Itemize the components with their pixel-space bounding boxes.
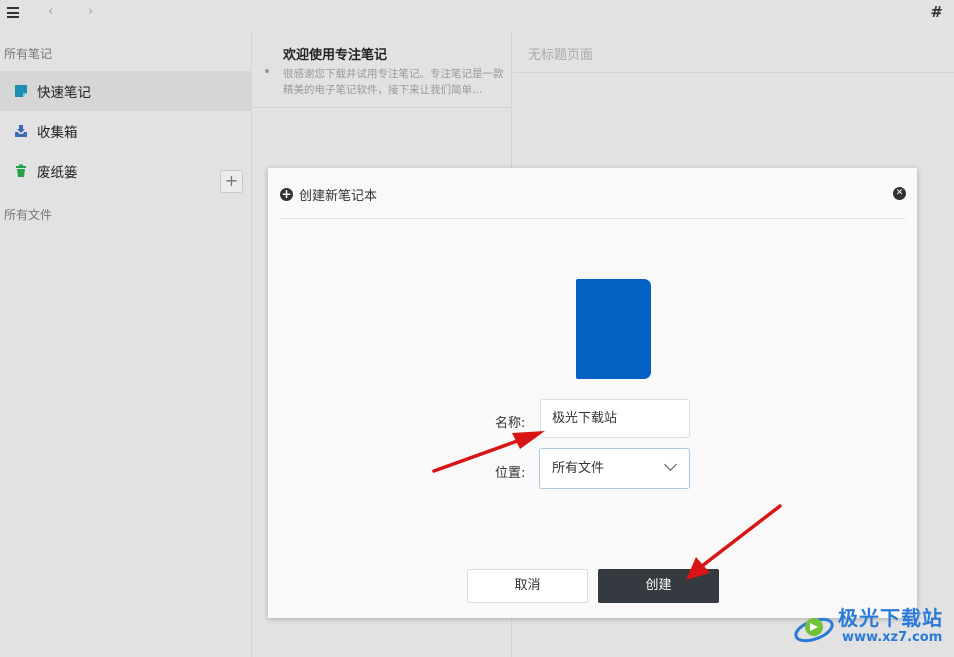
create-button[interactable]: 创建: [598, 569, 719, 603]
site-watermark: 极光下载站 www.xz7.com: [792, 600, 952, 655]
top-bar: ‹ › #: [0, 0, 954, 26]
hamburger-menu-icon[interactable]: [7, 7, 19, 18]
note-card[interactable]: 欢迎使用专注笔记 很感谢您下载并试用专注笔记。专注笔记是一款精美的电子笔记软件，…: [253, 32, 512, 108]
note-snippet: 很感谢您下载并试用专注笔记。专注笔记是一款精美的电子笔记软件，接下来让我们简单…: [283, 68, 504, 96]
notebook-name-input[interactable]: 极光下载站: [540, 399, 690, 438]
bullet-icon: [265, 69, 269, 73]
note-title: 欢迎使用专注笔记: [283, 48, 388, 63]
sidebar-item-label: 收集箱: [37, 125, 78, 141]
notebook-cover-icon[interactable]: [576, 279, 651, 379]
back-arrow-icon[interactable]: ‹: [48, 4, 53, 19]
sidebar-item-label: 快速笔记: [37, 85, 91, 101]
watermark-title: 极光下载站: [838, 606, 943, 630]
inbox-icon: [14, 124, 28, 138]
page-title[interactable]: 无标题页面: [528, 44, 593, 63]
all-files-label[interactable]: 所有文件: [4, 206, 52, 223]
sidebar-item-label: 废纸篓: [37, 165, 78, 181]
sidebar-item-trash[interactable]: 废纸篓: [0, 151, 252, 191]
divider: [280, 218, 906, 219]
sidebar-item-inbox[interactable]: 收集箱: [0, 111, 252, 151]
create-notebook-dialog: + 创建新笔记本 ✕ 名称: 极光下载站 位置: 所有文件 取消 创建: [268, 168, 917, 618]
sidebar: 所有笔记 快速笔记 收集箱 废纸篓 所有文件: [0, 32, 252, 657]
location-select[interactable]: 所有文件: [539, 448, 690, 489]
trash-icon: [14, 164, 28, 178]
location-label: 位置:: [495, 466, 526, 481]
hash-tag-icon[interactable]: #: [930, 3, 943, 21]
watermark-url: www.xz7.com: [842, 630, 943, 645]
close-icon[interactable]: ✕: [893, 187, 906, 200]
plus-circle-icon: +: [280, 187, 293, 201]
sidebar-item-quick-notes[interactable]: 快速笔记: [0, 71, 252, 111]
name-label: 名称:: [495, 416, 526, 431]
chevron-down-icon: [664, 458, 677, 471]
add-folder-button[interactable]: +: [220, 170, 243, 193]
all-notes-label[interactable]: 所有笔记: [4, 45, 52, 62]
dialog-header: + 创建新笔记本: [280, 185, 377, 204]
cancel-button[interactable]: 取消: [467, 569, 588, 603]
quick-note-icon: [14, 84, 28, 98]
forward-arrow-icon[interactable]: ›: [88, 4, 93, 19]
dialog-title: 创建新笔记本: [299, 189, 378, 204]
divider: [513, 72, 954, 73]
location-value: 所有文件: [552, 461, 605, 476]
watermark-logo-icon: [794, 617, 834, 643]
